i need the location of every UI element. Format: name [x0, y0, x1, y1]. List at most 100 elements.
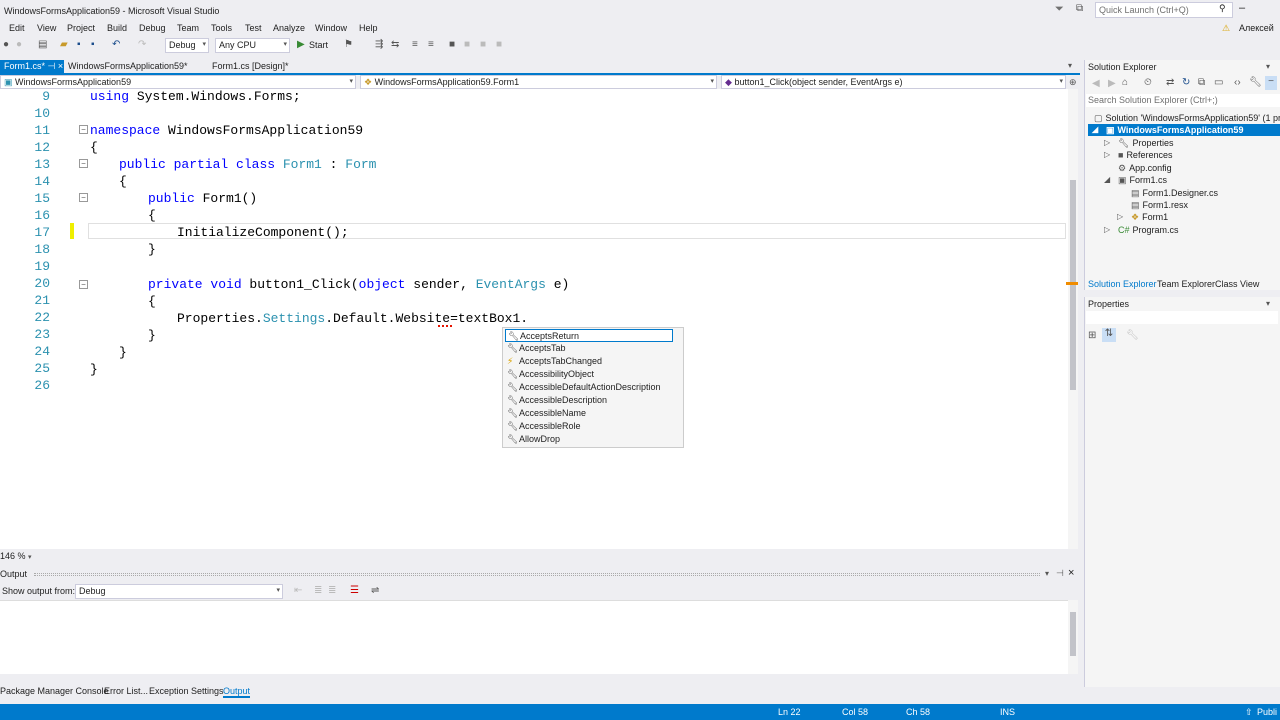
filter-icon[interactable]: ⏷	[1055, 3, 1064, 16]
output-scrollbar[interactable]	[1068, 600, 1078, 674]
tab-solution-explorer[interactable]: Solution Explorer	[1088, 279, 1157, 289]
tab-exception-settings[interactable]: Exception Settings	[149, 686, 224, 696]
intellisense-popup[interactable]: 🔧︎ AcceptsReturn 🔧︎ AcceptsTab ⚡︎ AcceptsTa…	[502, 327, 1182, 448]
clear-bookmark-icon[interactable]: ■	[496, 39, 502, 50]
outdent-icon[interactable]: ≡	[428, 39, 434, 50]
pin-icon[interactable]: ⊣	[1056, 568, 1064, 579]
indent-icon[interactable]: ≡	[412, 39, 418, 50]
close-icon[interactable]: ×	[58, 61, 63, 71]
tree-project[interactable]: ◢ ▣ WindowsFormsApplication59	[1092, 125, 1243, 136]
panel-grip[interactable]	[34, 573, 1040, 576]
clear-all-icon[interactable]: ☰	[350, 585, 359, 596]
fold-class-icon[interactable]: −	[79, 159, 88, 168]
completion-item[interactable]: ⚡︎ AcceptsTabChanged	[505, 355, 673, 368]
new-project-icon[interactable]: ▤	[38, 39, 47, 50]
tree-program-cs[interactable]: ▷ C# Program.cs	[1104, 225, 1179, 235]
open-file-icon[interactable]: ▰	[60, 39, 68, 50]
tab-form1-design[interactable]: Form1.cs [Design]*	[208, 60, 293, 73]
quick-launch-input[interactable]: Quick Launch (Ctrl+Q)	[1095, 2, 1233, 18]
save-icon[interactable]: ▪	[77, 39, 81, 50]
expand-icon[interactable]: ▷	[1104, 150, 1110, 159]
output-content[interactable]	[0, 600, 1078, 674]
editor-scroll-thumb[interactable]	[1070, 180, 1076, 390]
forward-icon[interactable]: ●	[16, 39, 22, 50]
menu-project[interactable]: Project	[67, 23, 95, 33]
search-icon[interactable]: ⚲	[1219, 3, 1226, 14]
tree-form1-designer[interactable]: ▤ Form1.Designer.cs	[1131, 188, 1218, 199]
tree-form1-cs[interactable]: ◢ ▣ Form1.cs	[1104, 175, 1167, 186]
menu-edit[interactable]: Edit	[9, 23, 25, 33]
word-wrap-icon[interactable]: ⇌	[371, 585, 379, 596]
completion-item[interactable]: 🔧︎ AccessibleName	[505, 407, 673, 420]
alphabetical-icon[interactable]: ⇅	[1102, 328, 1116, 342]
menu-tools[interactable]: Tools	[211, 23, 232, 33]
menu-build[interactable]: Build	[107, 23, 127, 33]
config-select[interactable]: Debug ▾	[165, 38, 209, 53]
tab-output[interactable]: Output	[223, 686, 251, 698]
menu-window[interactable]: Window	[315, 23, 347, 33]
tree-solution[interactable]: ▢ Solution 'WindowsFormsApplication59' (1…	[1094, 113, 1280, 124]
output-source-select[interactable]: Debug ▾	[75, 584, 283, 599]
properties-icon[interactable]: 🔧︎	[1249, 77, 1262, 88]
completion-item[interactable]: 🔧︎ AccessibleRole	[505, 420, 673, 433]
dropdown-icon[interactable]: ▾	[1045, 569, 1049, 578]
property-pages-icon[interactable]: 🔧︎	[1126, 330, 1139, 341]
tab-error-list[interactable]: Error List...	[104, 686, 148, 696]
publish-button[interactable]: Publi	[1257, 707, 1277, 717]
completion-item[interactable]: 🔧︎ AccessibleDescription	[505, 394, 673, 407]
properties-object-select[interactable]	[1086, 311, 1278, 324]
publish-icon[interactable]: ⇧	[1245, 707, 1253, 718]
menu-test[interactable]: Test	[245, 23, 262, 33]
dropdown-icon[interactable]: ▾	[1266, 62, 1270, 71]
preview-icon[interactable]: −	[1265, 76, 1277, 90]
back-icon[interactable]: ●	[3, 39, 9, 50]
menu-analyze[interactable]: Analyze	[273, 23, 305, 33]
next-message-icon[interactable]: ≣	[328, 585, 336, 596]
expand-icon[interactable]: ▷	[1104, 138, 1110, 147]
tree-app-config[interactable]: ⚙︎ App.config	[1118, 163, 1172, 174]
format-icon[interactable]: ⇆	[391, 39, 399, 50]
expand-icon[interactable]: ▷	[1117, 212, 1123, 221]
view-code-icon[interactable]: ‹›	[1234, 77, 1241, 88]
expand-icon[interactable]: ▷	[1104, 225, 1110, 234]
completion-item[interactable]: 🔧︎ AcceptsReturn	[505, 329, 673, 342]
tab-dropdown-icon[interactable]: ▾	[1068, 61, 1072, 70]
sync-icon[interactable]: ⇄	[1166, 77, 1174, 88]
tree-form1-resx[interactable]: ▤ Form1.resx	[1131, 200, 1188, 211]
undo-icon[interactable]: ↶	[112, 39, 120, 50]
zoom-level[interactable]: 146 % ▾	[0, 551, 32, 561]
collapse-icon[interactable]: ◢	[1104, 175, 1110, 184]
fold-namespace-icon[interactable]: −	[79, 125, 88, 134]
refresh-icon[interactable]: ↻	[1182, 77, 1190, 88]
categorized-icon[interactable]: ⊞	[1088, 330, 1096, 341]
tree-references[interactable]: ▷ ■ References	[1104, 150, 1172, 160]
tree-form1-class[interactable]: ▷ ❖ Form1	[1117, 212, 1168, 223]
completion-item[interactable]: 🔧︎ AccessibleDefaultActionDescription	[505, 381, 673, 394]
prev-message-icon[interactable]: ≣	[314, 585, 322, 596]
tab-team-explorer[interactable]: Team Explorer	[1157, 279, 1215, 289]
dropdown-icon[interactable]: ▾	[1266, 299, 1270, 308]
platform-select[interactable]: Any CPU ▾	[215, 38, 290, 53]
menu-team[interactable]: Team	[177, 23, 199, 33]
tab-class-view[interactable]: Class View	[1215, 279, 1259, 289]
solution-search-input[interactable]: Search Solution Explorer (Ctrl+;)	[1086, 94, 1280, 107]
close-icon[interactable]: ×	[1068, 567, 1074, 579]
bookmark-icon[interactable]: ■	[449, 39, 455, 50]
fold-method-icon[interactable]: −	[79, 280, 88, 289]
user-name[interactable]: Алексей	[1239, 23, 1274, 33]
split-icon[interactable]: ⊕	[1069, 77, 1077, 88]
step-icon[interactable]: ⇶	[375, 39, 383, 50]
menu-debug[interactable]: Debug	[139, 23, 166, 33]
show-all-files-icon[interactable]: ▭	[1214, 77, 1223, 88]
pending-changes-icon[interactable]: ⏲	[1144, 77, 1152, 88]
menu-view[interactable]: View	[37, 23, 56, 33]
browser-icon[interactable]: ⚑	[344, 39, 353, 50]
find-message-icon[interactable]: ⇤	[294, 585, 302, 596]
start-icon[interactable]: ▶	[297, 39, 305, 50]
class-nav-select[interactable]: ❖ WindowsFormsApplication59.Form1 ▾	[360, 75, 717, 89]
tab-project[interactable]: WindowsFormsApplication59*	[64, 60, 192, 73]
expand-icon[interactable]: ◢	[1092, 125, 1098, 134]
tab-package-manager[interactable]: Package Manager Console	[0, 686, 109, 696]
prev-bookmark-icon[interactable]: ■	[464, 39, 470, 50]
redo-icon[interactable]: ↷	[138, 39, 146, 50]
